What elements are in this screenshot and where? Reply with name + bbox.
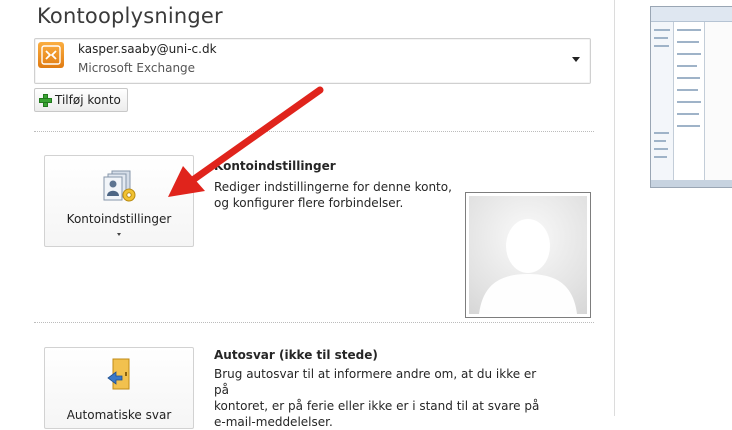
add-account-button[interactable]: Tilføj konto	[34, 88, 128, 112]
outlook-preview-thumbnail	[650, 6, 732, 188]
account-settings-icon	[103, 170, 136, 202]
auto-reply-button[interactable]: Automatiske svar	[44, 347, 194, 429]
auto-reply-icon	[107, 358, 130, 390]
section-divider	[34, 322, 594, 323]
exchange-icon	[38, 42, 64, 68]
avatar-placeholder	[479, 219, 577, 314]
account-type: Microsoft Exchange	[78, 61, 196, 75]
auto-reply-button-label: Automatiske svar	[66, 408, 172, 422]
add-icon	[39, 93, 52, 107]
auto-reply-heading: Autosvar (ikke til stede)	[214, 348, 378, 362]
auto-reply-desc-line: Brug autosvar til at informere andre om,…	[214, 367, 537, 397]
auto-reply-desc-line: e-mail-meddelelser.	[214, 415, 333, 429]
auto-reply-desc-line: kontoret, er på ferie eller ikke er i st…	[214, 399, 540, 413]
page-title: Kontooplysninger	[37, 4, 223, 28]
chevron-down-icon	[117, 233, 121, 236]
annotation-arrow	[168, 86, 324, 197]
account-picture	[465, 192, 591, 318]
account-email: kasper.saaby@uni-c.dk	[78, 42, 217, 56]
account-selector[interactable]: kasper.saaby@uni-c.dk Microsoft Exchange	[34, 38, 591, 84]
dropdown-arrow-icon[interactable]	[572, 57, 580, 62]
add-account-label: Tilføj konto	[55, 93, 121, 107]
panel-separator	[614, 0, 615, 416]
account-settings-button-label: Kontoindstillinger	[66, 212, 172, 226]
auto-reply-description: Brug autosvar til at informere andre om,…	[214, 366, 554, 430]
